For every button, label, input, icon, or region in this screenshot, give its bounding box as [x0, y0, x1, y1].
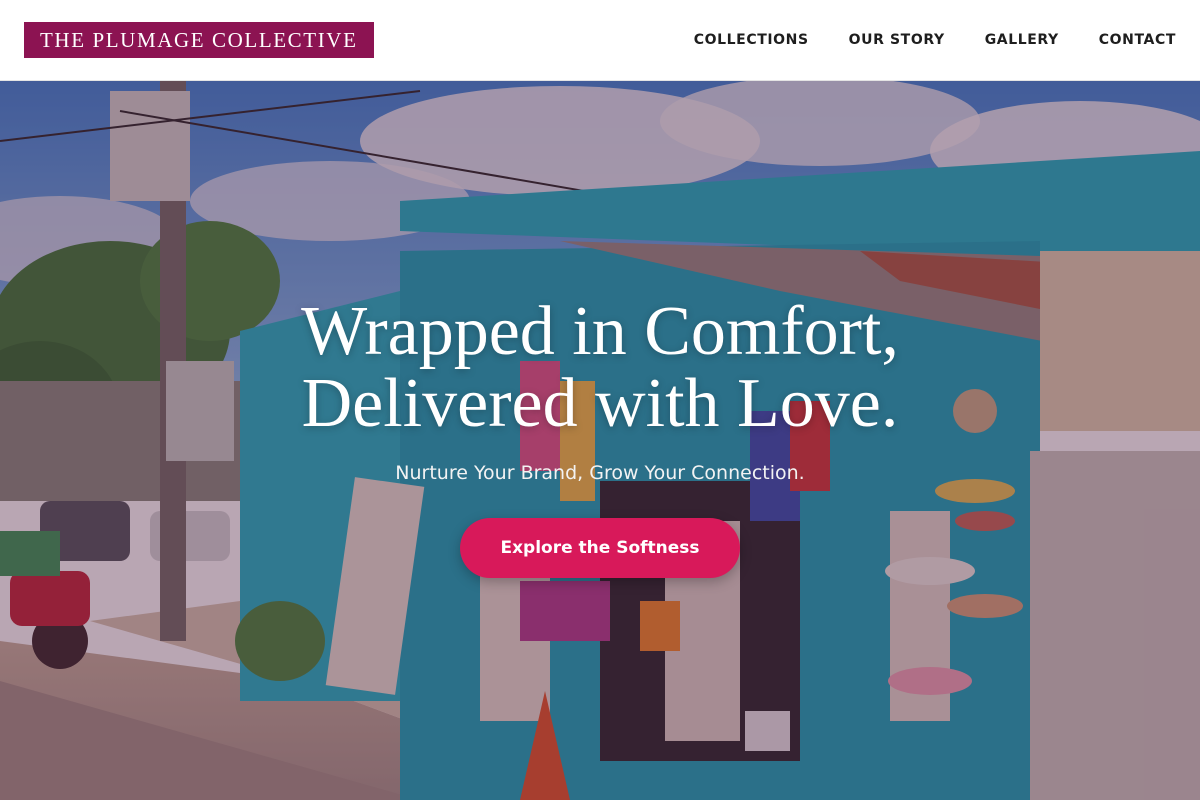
hero-subtitle: Nurture Your Brand, Grow Your Connection…	[395, 462, 805, 484]
brand-logo[interactable]: THE PLUMAGE COLLECTIVE	[24, 22, 374, 58]
hero-section: Wrapped in Comfort, Delivered with Love.…	[0, 81, 1200, 800]
site-header: THE PLUMAGE COLLECTIVE COLLECTIONS OUR S…	[0, 0, 1200, 81]
main-nav: COLLECTIONS OUR STORY GALLERY CONTACT	[694, 32, 1176, 48]
nav-item-contact[interactable]: CONTACT	[1099, 32, 1176, 48]
nav-item-our-story[interactable]: OUR STORY	[849, 32, 945, 48]
hero-title-line-1: Wrapped in Comfort,	[301, 293, 899, 370]
nav-item-gallery[interactable]: GALLERY	[985, 32, 1059, 48]
explore-cta-button[interactable]: Explore the Softness	[460, 518, 740, 578]
nav-item-collections[interactable]: COLLECTIONS	[694, 32, 809, 48]
hero-title-line-2: Delivered with Love.	[301, 365, 899, 442]
hero-title: Wrapped in Comfort, Delivered with Love.	[301, 296, 899, 440]
hero-content: Wrapped in Comfort, Delivered with Love.…	[0, 296, 1200, 578]
